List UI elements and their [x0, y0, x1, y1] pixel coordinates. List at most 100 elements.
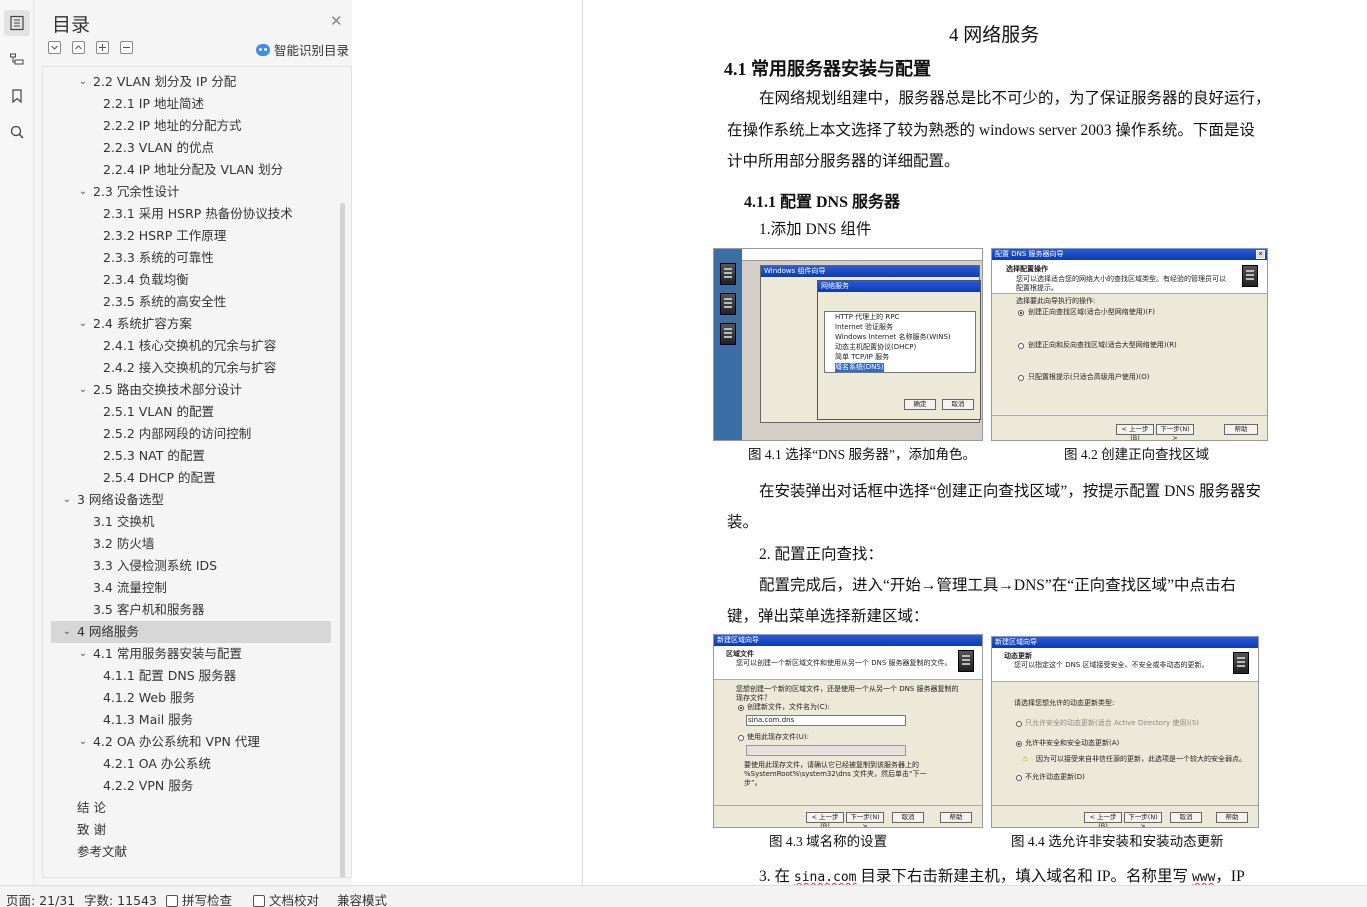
- warning-icon: ⚠: [1022, 755, 1029, 763]
- toc-item[interactable]: ⌄ 3 网络设备选型: [51, 489, 331, 511]
- toc-scrollbar[interactable]: [340, 203, 345, 877]
- img4-cancel-button: 取消: [1170, 812, 1202, 823]
- step3-part: ，IP: [1215, 868, 1245, 885]
- toc-item[interactable]: ⌄ 2.2 VLAN 划分及 IP 分配: [51, 71, 331, 93]
- toc-item[interactable]: 2.2.2 IP 地址的分配方式: [51, 115, 331, 137]
- toc-list: ⌄ 2.2 VLAN 划分及 IP 分配 2.2.1 IP 地址简述 2.2.2 IP…: [42, 66, 352, 878]
- toc-item[interactable]: 3.2 防火墙: [51, 533, 331, 555]
- toc-item-label: 结 论: [77, 800, 106, 815]
- toc-item[interactable]: ⌄ 2.5 路由交换技术部分设计: [51, 379, 331, 401]
- toc-item-label: 3.3 入侵检测系统 IDS: [93, 558, 218, 573]
- chapter-heading: 4 网络服务: [949, 25, 1040, 46]
- toc-item[interactable]: 2.5.4 DHCP 的配置: [51, 467, 331, 489]
- figure-4-1-image: Windows 组件向导 网络服务 HTTP 代理上的 RPC Internet…: [713, 248, 983, 441]
- toc-title: 目录: [52, 14, 91, 36]
- img3-desc: 您可以创建一个新区域文件和使用从另一个 DNS 服务器复制的文件。: [736, 659, 952, 667]
- toc-item-label: 3.1 交换机: [93, 514, 155, 529]
- toc-item-label: 4 网络服务: [77, 624, 139, 639]
- toc-item[interactable]: 2.2.1 IP 地址简述: [51, 93, 331, 115]
- radio-icon: [1018, 375, 1024, 381]
- smart-toc-button[interactable]: 智能识别目录: [256, 40, 349, 59]
- para3-line1: 配置完成后，进入“开始→管理工具→DNS”在“正向查找区域”中点击右: [759, 577, 1237, 594]
- word-count[interactable]: 字数: 11543: [84, 890, 157, 907]
- toc-item[interactable]: ⌄ 2.4 系统扩容方案: [51, 313, 331, 335]
- bookmark-icon[interactable]: [4, 83, 30, 109]
- toc-item[interactable]: 4.2.1 OA 办公系统: [51, 753, 331, 775]
- toc-item-label: 2.5 路由交换技术部分设计: [93, 382, 242, 397]
- radio-icon: [738, 705, 744, 711]
- expand-up-icon[interactable]: [72, 41, 85, 54]
- chevron-down-icon[interactable]: ⌄: [77, 379, 89, 401]
- toc-item[interactable]: 3.4 流量控制: [51, 577, 331, 599]
- document-page: 4 网络服务 4.1 常用服务器安装与配置 在网络规划组建中，服务器总是比不可少…: [582, 0, 1367, 885]
- toc-item[interactable]: 2.5.2 内部网段的访问控制: [51, 423, 331, 445]
- radio-icon: [1016, 721, 1022, 727]
- toc-item[interactable]: 2.5.1 VLAN 的配置: [51, 401, 331, 423]
- img4-help-button: 帮助: [1216, 812, 1248, 823]
- toc-item[interactable]: 2.3.1 采用 HSRP 热备份协议技术: [51, 203, 331, 225]
- toc-item[interactable]: 2.3.2 HSRP 工作原理: [51, 225, 331, 247]
- toc-item[interactable]: 2.3.5 系统的高安全性: [51, 291, 331, 313]
- toc-item-label: 2.2.4 IP 地址分配及 VLAN 划分: [103, 162, 284, 177]
- search-icon[interactable]: [4, 119, 30, 145]
- server-icon: [720, 263, 736, 285]
- toc-item[interactable]: 3.3 入侵检测系统 IDS: [51, 555, 331, 577]
- chevron-down-icon[interactable]: ⌄: [77, 731, 89, 753]
- img3-heading: 区域文件: [726, 650, 754, 658]
- para1-line2: 在操作系统上本文选择了较为熟悉的 windows server 2003 操作系…: [727, 122, 1255, 139]
- img2-help-button: 帮助: [1224, 424, 1258, 435]
- toc-item[interactable]: 致 谢: [51, 819, 331, 841]
- add-heading-icon[interactable]: [96, 41, 109, 54]
- toc-item[interactable]: 参考文献: [51, 841, 331, 863]
- img2-option3: 只配置根提示(只适合高级用户使用)(O): [1028, 373, 1150, 381]
- toc-item[interactable]: 4.2.2 VPN 服务: [51, 775, 331, 797]
- toc-item[interactable]: 3.1 交换机: [51, 511, 331, 533]
- server-icon: [958, 650, 974, 672]
- toc-item[interactable]: 2.4.1 核心交换机的冗余与扩容: [51, 335, 331, 357]
- chevron-down-icon[interactable]: ⌄: [77, 313, 89, 335]
- chevron-down-icon[interactable]: ⌄: [61, 621, 73, 643]
- page-indicator[interactable]: 页面: 21/31: [6, 890, 75, 907]
- toc-item[interactable]: ⌄ 4 网络服务: [51, 621, 331, 643]
- remove-heading-icon[interactable]: [120, 41, 133, 54]
- chevron-down-icon[interactable]: ⌄: [77, 181, 89, 203]
- spell-check-label: 拼写检查: [182, 893, 233, 907]
- toc-item[interactable]: 2.3.3 系统的可靠性: [51, 247, 331, 269]
- toc-item[interactable]: ⌄ 4.2 OA 办公系统和 VPN 代理: [51, 731, 331, 753]
- toc-item[interactable]: ⌄ 2.3 冗余性设计: [51, 181, 331, 203]
- toc-item[interactable]: 4.1.2 Web 服务: [51, 687, 331, 709]
- proofread-button[interactable]: 文档校对: [253, 890, 319, 907]
- compat-mode: 兼容模式: [337, 893, 388, 907]
- chevron-down-icon[interactable]: ⌄: [77, 643, 89, 665]
- spell-check-button[interactable]: 拼写检查: [166, 890, 232, 907]
- toc-item-label: 2.3.4 负载均衡: [103, 272, 189, 287]
- toc-item[interactable]: 2.2.3 VLAN 的优点: [51, 137, 331, 159]
- img4-warning: 因为可以接受来自非信任源的更新，此选项是一个较大的安全弱点。: [1036, 755, 1246, 763]
- img3-note: 要使用此现存文件，请确认它已经被复制到该服务器上的 %SystemRoot%\s…: [744, 761, 927, 787]
- outline-icon[interactable]: [4, 46, 30, 72]
- collapse-all-icon[interactable]: [48, 41, 61, 54]
- step3-domain: sina.com: [793, 870, 857, 885]
- toc-item-label: 4.1.1 配置 DNS 服务器: [103, 668, 237, 683]
- chevron-down-icon[interactable]: ⌄: [61, 489, 73, 511]
- section-heading: 4.1 常用服务器安装与配置: [724, 59, 931, 79]
- toc-item[interactable]: 2.3.4 负载均衡: [51, 269, 331, 291]
- chevron-down-icon[interactable]: ⌄: [77, 71, 89, 93]
- toc-item[interactable]: 3.5 客户机和服务器: [51, 599, 331, 621]
- toc-item[interactable]: 4.1.1 配置 DNS 服务器: [51, 665, 331, 687]
- close-icon[interactable]: ✕: [330, 12, 343, 30]
- toc-item[interactable]: 4.1.3 Mail 服务: [51, 709, 331, 731]
- document-margin: [352, 0, 582, 885]
- img1-item: HTTP 代理上的 RPC: [835, 313, 900, 321]
- toc-item[interactable]: 2.5.3 NAT 的配置: [51, 445, 331, 467]
- toc-item[interactable]: 2.2.4 IP 地址分配及 VLAN 划分: [51, 159, 331, 181]
- img4-back-button: < 上一步(B): [1084, 812, 1122, 827]
- toc-item[interactable]: ⌄ 4.1 常用服务器安装与配置: [51, 643, 331, 665]
- figure-4-4-image: 新建区域向导 动态更新 您可以指定这个 DNS 区域接受安全、不安全或非动态的更…: [991, 636, 1259, 828]
- toc-item[interactable]: 结 论: [51, 797, 331, 819]
- toc-icon[interactable]: [4, 10, 30, 36]
- img3-option2: 使用此现存文件(U):: [747, 733, 809, 741]
- step3-www: www: [1191, 870, 1216, 885]
- toc-item-label: 3.5 客户机和服务器: [93, 602, 205, 617]
- toc-item[interactable]: 2.4.2 接入交换机的冗余与扩容: [51, 357, 331, 379]
